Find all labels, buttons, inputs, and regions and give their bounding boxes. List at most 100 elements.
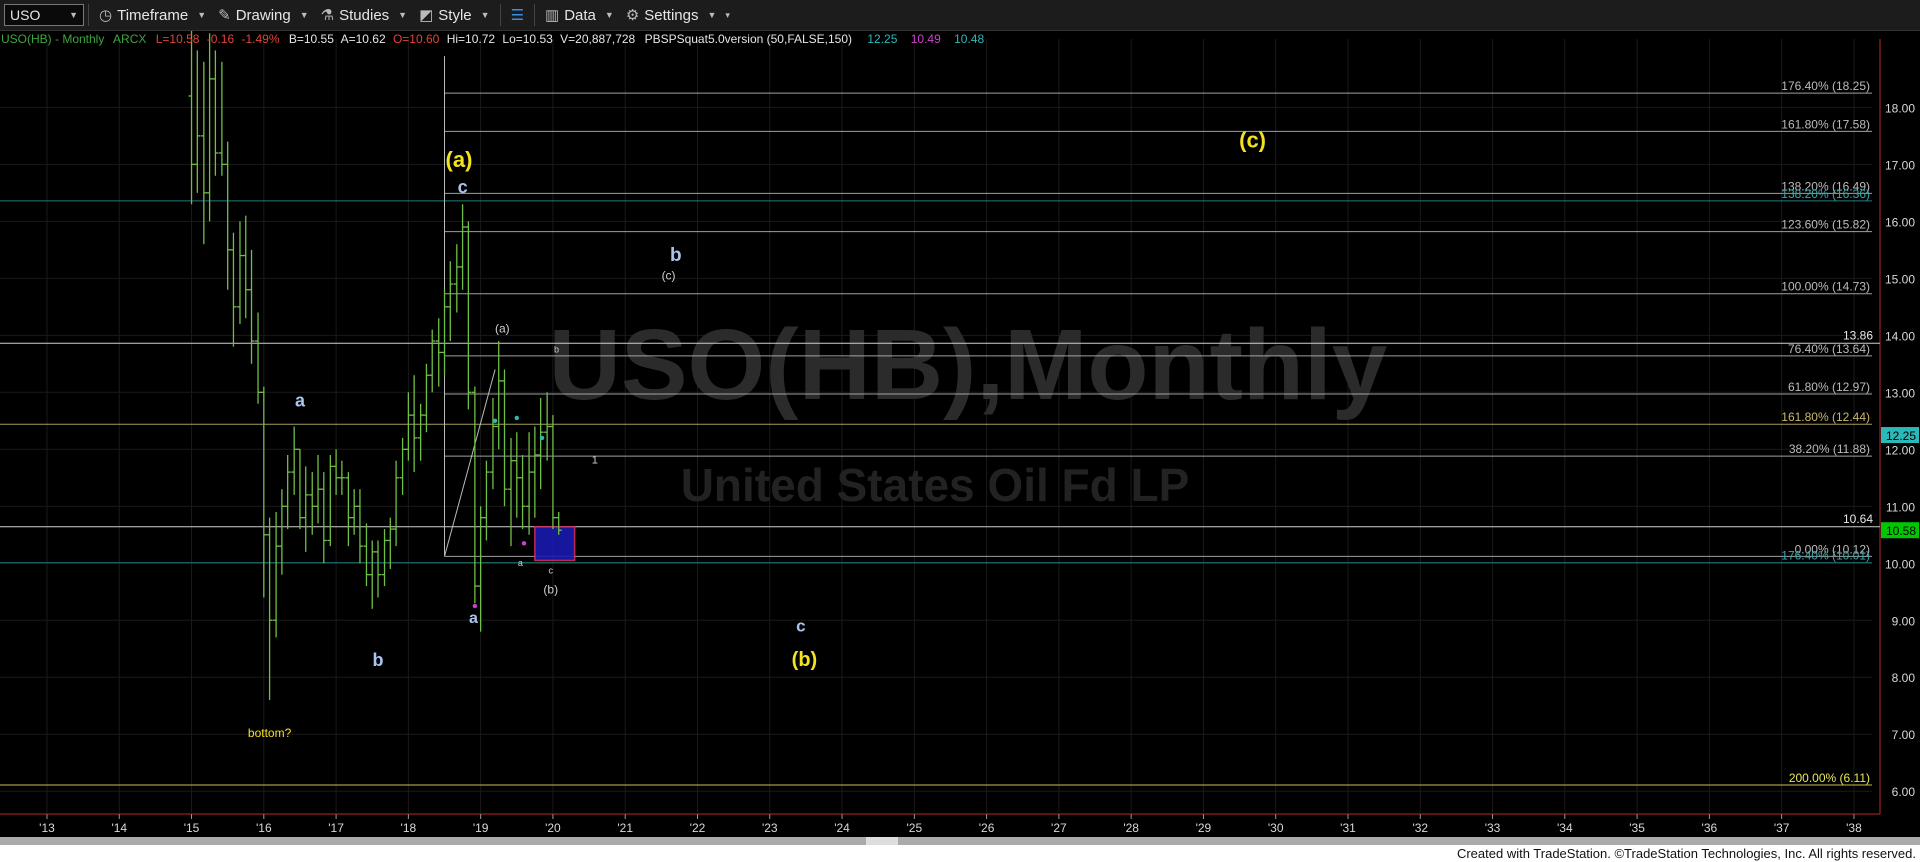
- ohlc-bar: [320, 472, 327, 564]
- header-value-2: 10.49: [911, 32, 941, 46]
- overflow-caret-icon: ▾: [725, 9, 730, 20]
- ohlc-bar: [465, 221, 472, 410]
- ohlc-bar: [333, 449, 340, 495]
- studies-button[interactable]: ⚗ Studies ▼: [315, 0, 413, 30]
- price-marker-label: 12.25: [1886, 429, 1916, 443]
- drawing-button[interactable]: ✎ Drawing ▼: [212, 0, 315, 30]
- style-button[interactable]: ◩ Style ▼: [413, 0, 495, 30]
- ohlc-bar: [405, 392, 412, 461]
- style-icon: ◩: [419, 7, 434, 24]
- ohlc-bar: [273, 511, 280, 638]
- toolbar-separator: [88, 4, 89, 26]
- y-tick-label: 11.00: [1886, 500, 1915, 514]
- ohlc-bar: [369, 540, 376, 609]
- x-tick-label: '24: [834, 821, 850, 835]
- header-bid: B=10.55: [289, 32, 334, 46]
- grid: [0, 39, 1881, 815]
- header-high: Hi=10.72: [447, 32, 496, 46]
- fib-level-label: 138.20% (16.36): [1781, 187, 1870, 201]
- ohlc-bar: [501, 369, 508, 507]
- ohlc-bar: [284, 454, 291, 530]
- horizontal-scrollbar[interactable]: [0, 837, 1920, 845]
- fib-level-label: 176.40% (18.25): [1781, 79, 1870, 93]
- caret-down-icon: ▼: [197, 10, 207, 20]
- ohlc-bar: [266, 517, 273, 701]
- x-tick-label: '26: [979, 821, 995, 835]
- fib-level-label: 61.80% (12.97): [1788, 380, 1870, 394]
- header-percent: -1.49%: [241, 32, 279, 46]
- y-axis: 6.00 7.00 8.00 9.00 10.00 11.00 12.00 13.00 14.0…: [1881, 101, 1919, 799]
- settings-button[interactable]: ⚙ Settings ▼ ▾: [620, 0, 736, 30]
- y-tick-label: 7.00: [1892, 728, 1916, 742]
- layout-icon: ☰: [510, 7, 525, 24]
- flask-icon: ⚗: [320, 7, 335, 24]
- x-tick-label: '19: [473, 821, 489, 835]
- timeframe-label: Timeframe: [117, 6, 189, 24]
- data-label: Data: [564, 6, 596, 24]
- symbol-value: USO: [10, 7, 41, 23]
- target-box: [534, 526, 576, 562]
- ohlc-bar: [356, 489, 363, 564]
- x-axis: '13 '14 '15 '16 '17 '18 '19 '20 '21 '22 '23 '24 '25 '…: [39, 814, 1862, 835]
- y-tick-label: 18.00: [1885, 101, 1915, 115]
- x-tick-label: '37: [1774, 821, 1790, 835]
- pencil-icon: ✎: [218, 7, 231, 24]
- wave-label: a: [295, 391, 306, 411]
- x-tick-label: '15: [184, 821, 200, 835]
- ohlc-bar: [537, 398, 544, 490]
- ohlc-bar: [477, 506, 484, 632]
- ohlc-bar: [224, 141, 231, 290]
- header-value-1: 12.25: [867, 32, 897, 46]
- layout-button[interactable]: ☰: [505, 0, 530, 30]
- ohlc-bar: [483, 460, 490, 541]
- ohlc-bar: [375, 540, 382, 598]
- x-tick-label: '18: [401, 821, 417, 835]
- ohlc-bar: [489, 398, 496, 490]
- y-tick-label: 17.00: [1885, 158, 1915, 172]
- wave-label: (b): [792, 649, 818, 671]
- x-tick-label: '36: [1702, 821, 1718, 835]
- symbol-input[interactable]: USO ▼: [4, 4, 84, 26]
- fib-level-label: 161.80% (12.44): [1781, 410, 1870, 424]
- ohlc-bar: [200, 61, 207, 245]
- y-tick-label: 12.00: [1885, 443, 1915, 457]
- x-tick-label: '35: [1629, 821, 1645, 835]
- y-tick-label: 8.00: [1892, 671, 1916, 685]
- x-tick-label: '28: [1123, 821, 1139, 835]
- ohlc-bar: [194, 50, 201, 193]
- x-tick-label: '17: [328, 821, 344, 835]
- gear-icon: ⚙: [625, 7, 640, 24]
- x-tick-label: '32: [1412, 821, 1428, 835]
- toolbar-separator: [499, 4, 501, 26]
- scrollbar-thumb[interactable]: [866, 837, 898, 845]
- copyright-text: Created with TradeStation. ©TradeStation…: [1456, 846, 1916, 861]
- ohlc-bar: [417, 403, 424, 461]
- header-exchange: ARCX: [113, 32, 146, 46]
- wave-label: a: [518, 558, 523, 568]
- header-low: Lo=10.53: [502, 32, 553, 46]
- ohlc-bar: [435, 318, 442, 387]
- marker-dot: [472, 603, 478, 609]
- ohlc-bar: [296, 448, 303, 530]
- clock-icon: ◷: [99, 7, 113, 24]
- ohlc-bar: [423, 363, 430, 433]
- ohlc-bar: [519, 454, 526, 530]
- fib-level-label: 176.40% (10.01): [1781, 549, 1870, 563]
- x-tick-label: '14: [111, 821, 127, 835]
- x-tick-label: '20: [545, 821, 561, 835]
- data-button[interactable]: ▥ Data ▼: [539, 0, 620, 30]
- wave-label: (c): [662, 268, 676, 282]
- ohlc-bar: [315, 454, 322, 524]
- caret-down-icon: ▼: [707, 10, 717, 20]
- header-line: USO(HB) - Monthly ARCX L=10.58 -0.16 -1.…: [1, 32, 984, 46]
- ohlc-bar: [363, 523, 370, 587]
- chart-annotations: (a) c a b bottom? a (a) b 1 a c (b) b (c) c (b) (c): [248, 127, 1266, 740]
- wave-label: c: [549, 566, 554, 576]
- price-chart[interactable]: USO(HB),Monthly United States Oil Fd LP …: [0, 31, 1920, 837]
- wave-label: c: [796, 617, 805, 636]
- timeframe-button[interactable]: ◷ Timeframe ▼: [93, 0, 212, 30]
- ohlc-bar: [508, 437, 515, 547]
- ohlc-bar: [212, 50, 219, 176]
- header-change: -0.16: [207, 32, 235, 46]
- style-label: Style: [438, 6, 472, 24]
